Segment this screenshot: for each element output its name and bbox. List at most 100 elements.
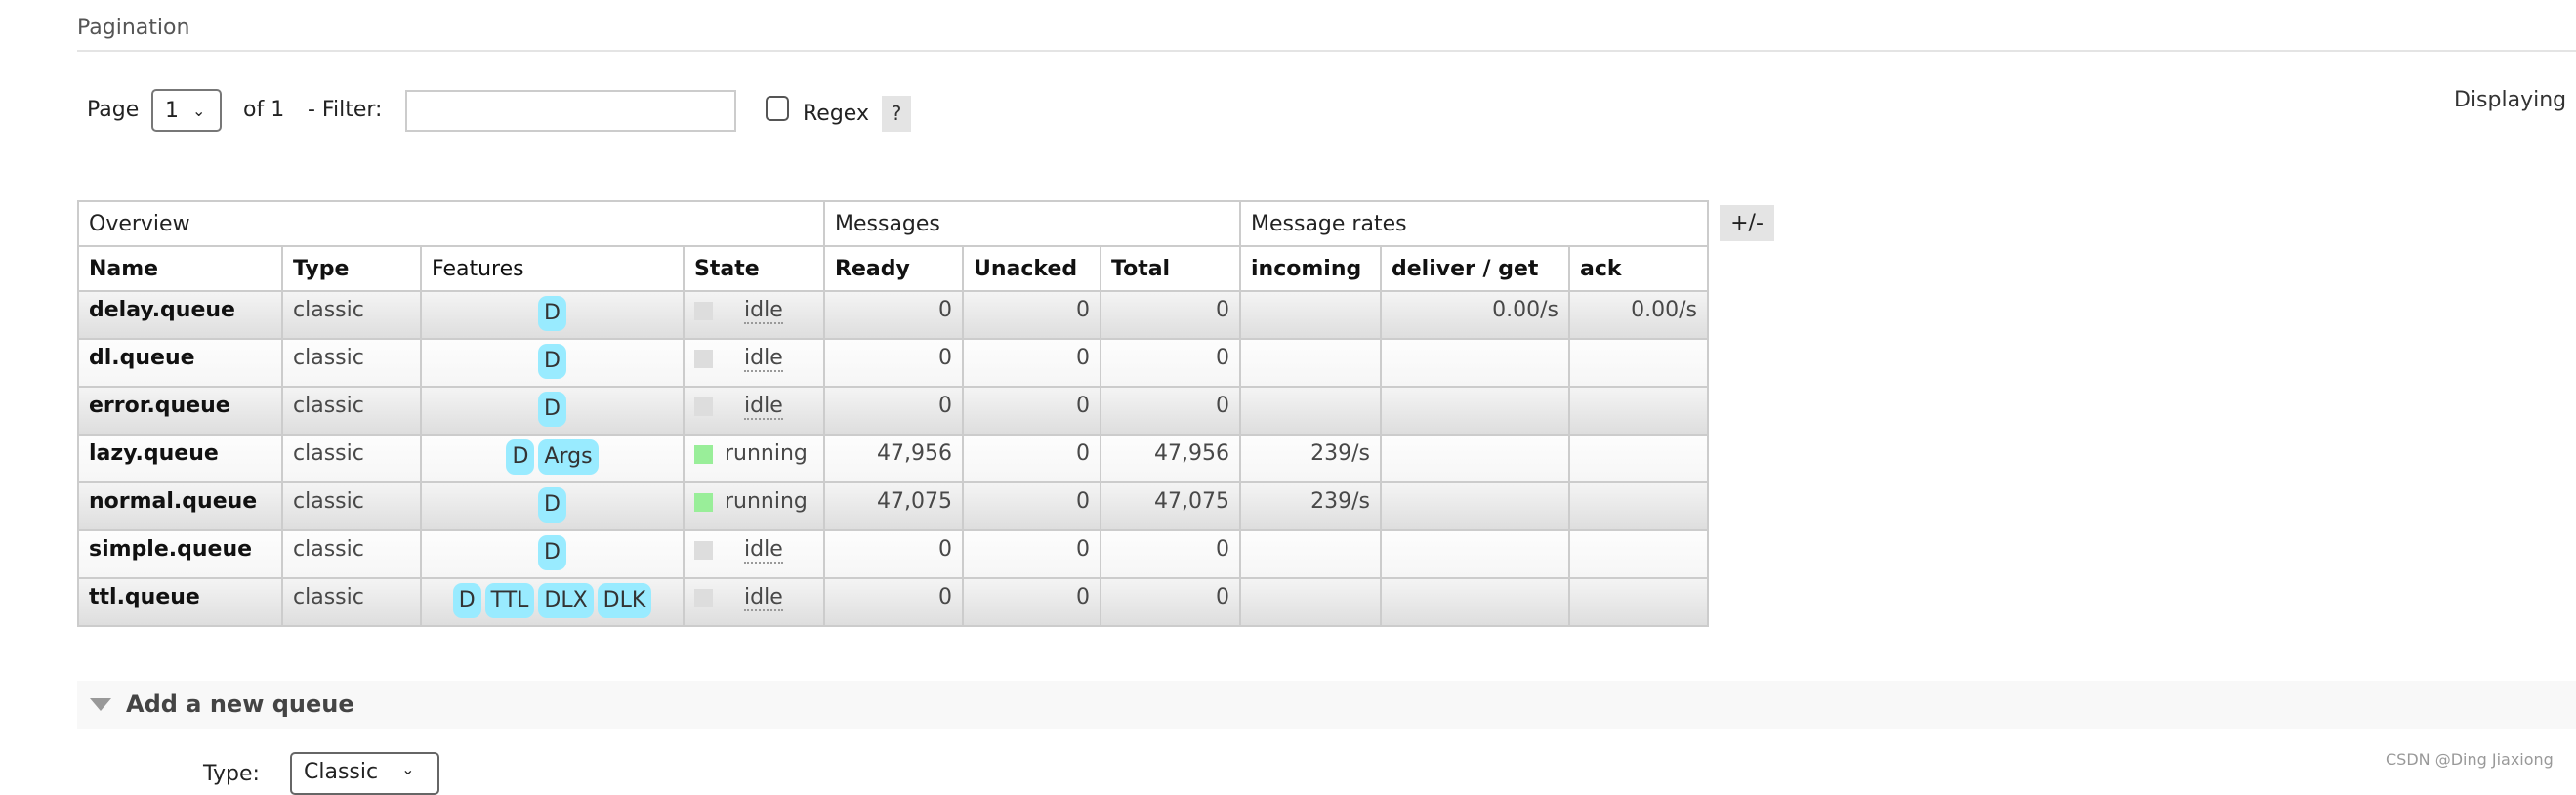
table-row: lazy.queue classic D Args running 47,956 0 47,9… (77, 434, 1709, 483)
col-state[interactable]: State (683, 245, 825, 292)
table-row: error.queue classic Didle 0 0 0 (77, 386, 1709, 436)
col-deliver-get[interactable]: deliver / get (1380, 245, 1570, 292)
ack-rate (1568, 434, 1709, 483)
section-divider (77, 50, 2576, 52)
queue-features: D (420, 529, 685, 579)
table-row: ttl.queue classic D TTL DLX DLK idle 0 0 0 (77, 577, 1709, 627)
queue-features: D Args (420, 434, 685, 483)
deliver-get-rate (1380, 434, 1570, 483)
filter-label: - Filter: (308, 98, 383, 122)
unacked-count: 0 (962, 290, 1101, 340)
queue-features: D TTL DLX DLK (420, 577, 685, 627)
filter-input[interactable] (405, 90, 736, 132)
type-label: Type: (203, 762, 260, 786)
watermark: CSDN @Ding Jiaxiong (2386, 750, 2554, 769)
page-select[interactable]: 1 ⌄ (151, 89, 222, 132)
group-messages: Messages (823, 200, 1241, 247)
group-overview: Overview (77, 200, 825, 247)
regex-checkbox[interactable] (766, 96, 789, 121)
queue-type: classic (281, 290, 422, 340)
queue-name-link[interactable]: ttl.queue (77, 577, 283, 627)
col-name[interactable]: Name (77, 245, 283, 292)
state-indicator-icon (694, 540, 713, 560)
pagination-title: Pagination (77, 16, 190, 40)
col-ack[interactable]: ack (1568, 245, 1709, 292)
ready-count: 0 (823, 577, 964, 627)
chevron-down-icon: ⌄ (192, 101, 206, 120)
ready-count: 47,956 (823, 434, 964, 483)
unacked-count: 0 (962, 338, 1101, 388)
feature-badge: D (538, 296, 566, 331)
queue-type-select[interactable]: Classic ⌄ (290, 752, 439, 795)
state-label: idle (744, 537, 783, 564)
unacked-count: 0 (962, 481, 1101, 531)
queue-features: D (420, 290, 685, 340)
queue-name-link[interactable]: simple.queue (77, 529, 283, 579)
incoming-rate (1239, 386, 1382, 436)
queue-type: classic (281, 481, 422, 531)
ack-rate (1568, 481, 1709, 531)
table-row: dl.queue classic Didle 0 0 0 (77, 338, 1709, 388)
chevron-down-icon: ⌄ (401, 760, 415, 778)
regex-help-button[interactable]: ? (882, 96, 911, 132)
queue-features: D (420, 481, 685, 531)
col-ready[interactable]: Ready (823, 245, 964, 292)
state-indicator-icon (694, 492, 713, 512)
deliver-get-rate (1380, 386, 1570, 436)
queue-type: classic (281, 338, 422, 388)
col-type[interactable]: Type (281, 245, 422, 292)
toggle-columns-button[interactable]: +/- (1720, 205, 1774, 241)
state-indicator-icon (694, 444, 713, 464)
feature-badge: Args (538, 439, 599, 475)
total-count: 47,075 (1100, 481, 1241, 531)
incoming-rate (1239, 577, 1382, 627)
group-message-rates: Message rates (1239, 200, 1709, 247)
state-label: idle (744, 298, 783, 324)
ready-count: 0 (823, 290, 964, 340)
col-unacked[interactable]: Unacked (962, 245, 1101, 292)
ready-count: 0 (823, 386, 964, 436)
state-indicator-icon (694, 397, 713, 416)
feature-badge: TTL (484, 583, 535, 618)
feature-badge: D (538, 487, 566, 523)
col-total[interactable]: Total (1100, 245, 1241, 292)
queue-name-link[interactable]: lazy.queue (77, 434, 283, 483)
ack-rate (1568, 577, 1709, 627)
incoming-rate (1239, 338, 1382, 388)
feature-badge: D (506, 439, 535, 475)
queue-name-link[interactable]: normal.queue (77, 481, 283, 531)
ready-count: 0 (823, 338, 964, 388)
unacked-count: 0 (962, 434, 1101, 483)
deliver-get-rate (1380, 529, 1570, 579)
queue-name-link[interactable]: delay.queue (77, 290, 283, 340)
table-row: simple.queue classic Didle 0 0 0 (77, 529, 1709, 579)
incoming-rate: 239/s (1239, 434, 1382, 483)
add-queue-section-header[interactable] (77, 681, 2576, 729)
state-label: idle (744, 394, 783, 420)
queue-state: idle (683, 290, 825, 340)
queue-state: idle (683, 529, 825, 579)
feature-badge: D (452, 583, 481, 618)
total-count: 0 (1100, 338, 1241, 388)
triangle-down-icon (90, 698, 111, 711)
queue-state: idle (683, 577, 825, 627)
add-queue-title[interactable]: Add a new queue (126, 690, 354, 718)
queue-name-link[interactable]: error.queue (77, 386, 283, 436)
total-count: 47,956 (1100, 434, 1241, 483)
page-select-value: 1 (165, 98, 179, 123)
queue-name-link[interactable]: dl.queue (77, 338, 283, 388)
queues-table-body: delay.queue classic Didle 0 0 0 0.00/s 0.00/s dl… (77, 290, 1709, 627)
queue-type: classic (281, 577, 422, 627)
total-count: 0 (1100, 529, 1241, 579)
col-incoming[interactable]: incoming (1239, 245, 1382, 292)
col-features: Features (420, 245, 685, 292)
page-label: Page (87, 98, 140, 122)
unacked-count: 0 (962, 386, 1101, 436)
feature-badge: D (538, 392, 566, 427)
ack-rate (1568, 529, 1709, 579)
queue-type-value: Classic (304, 760, 379, 784)
queues-table: Overview Messages Message rates Name Typ… (77, 200, 1709, 627)
deliver-get-rate: 0.00/s (1380, 290, 1570, 340)
page-count-label: of 1 (243, 98, 285, 122)
deliver-get-rate (1380, 338, 1570, 388)
